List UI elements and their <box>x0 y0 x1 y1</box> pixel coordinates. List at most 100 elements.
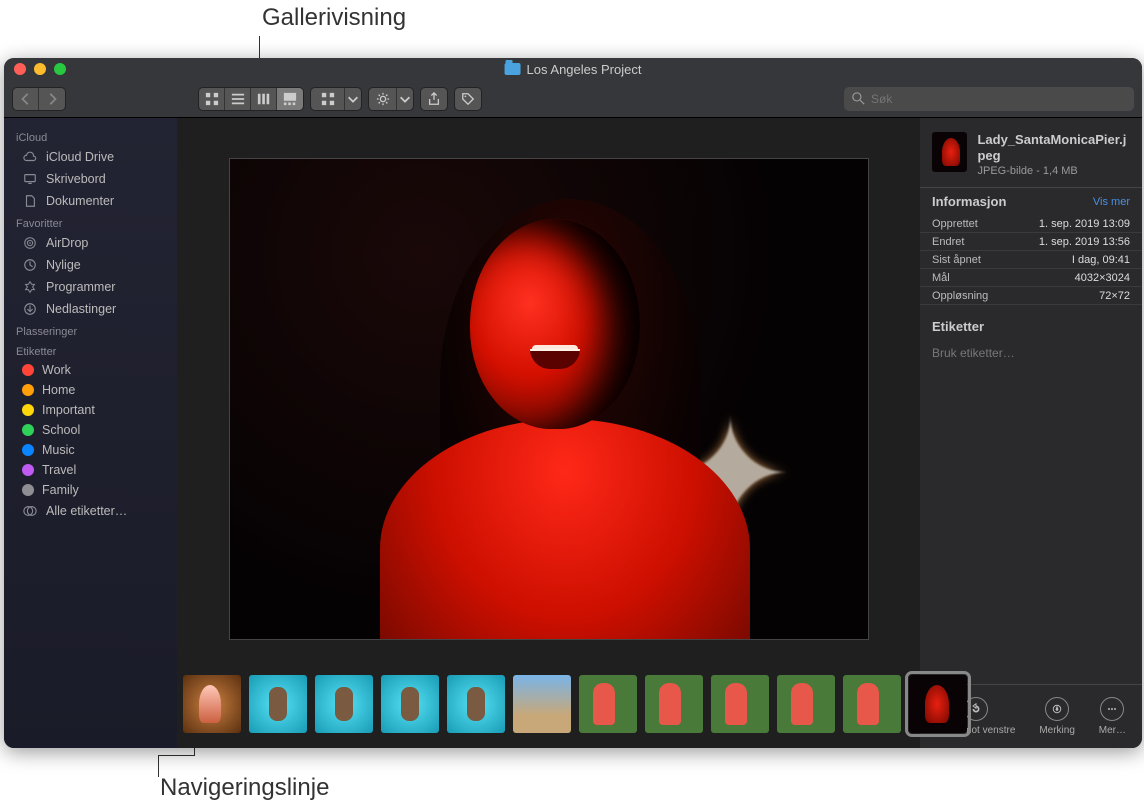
sidebar-heading: iCloud <box>4 126 177 146</box>
sidebar-item-label: Nylige <box>46 258 81 272</box>
rotate-icon <box>964 697 988 721</box>
sidebar-item-label: Programmer <box>46 280 115 294</box>
clock-icon <box>22 257 38 273</box>
info-row: Oppløsning72×72 <box>920 287 1142 305</box>
filmstrip-thumb[interactable] <box>447 675 505 733</box>
callout-line <box>158 755 194 756</box>
tag-dot-icon <box>22 364 34 376</box>
share-button[interactable] <box>420 87 448 111</box>
sidebar-item-label: Skrivebord <box>46 172 106 186</box>
search-icon <box>852 92 865 105</box>
group-menu[interactable] <box>310 87 362 111</box>
info-row: Endret1. sep. 2019 13:56 <box>920 233 1142 251</box>
filmstrip-thumb[interactable] <box>711 675 769 733</box>
toolbar <box>4 80 1142 118</box>
action-menu[interactable] <box>368 87 414 111</box>
gallery-view-button[interactable] <box>277 88 303 110</box>
titlebar: Los Angeles Project <box>4 58 1142 80</box>
sidebar-item-school[interactable]: School <box>4 420 177 440</box>
close-button[interactable] <box>14 63 26 75</box>
sidebar-item-family[interactable]: Family <box>4 480 177 500</box>
sidebar-item-label: Travel <box>42 463 76 477</box>
callout-gallery: Gallerivisning <box>262 4 406 32</box>
preview-area <box>177 118 920 660</box>
file-kind-size: JPEG-bilde - 1,4 MB <box>977 165 1130 177</box>
sidebar-heading: Etiketter <box>4 340 177 360</box>
filmstrip-thumb[interactable] <box>645 675 703 733</box>
list-view-button[interactable] <box>225 88 251 110</box>
filmstrip-thumb[interactable] <box>909 675 967 733</box>
icon-view-button[interactable] <box>199 88 225 110</box>
sidebar-item-music[interactable]: Music <box>4 440 177 460</box>
more-icon <box>1100 697 1124 721</box>
sidebar-item-home[interactable]: Home <box>4 380 177 400</box>
sidebar-item-label: School <box>42 423 80 437</box>
filmstrip-thumb[interactable] <box>843 675 901 733</box>
tag-dot-icon <box>22 384 34 396</box>
chevron-down-icon <box>345 88 361 110</box>
sidebar-item-label: Alle etiketter… <box>46 504 127 518</box>
info-value: 1. sep. 2019 13:09 <box>1039 218 1130 230</box>
back-button[interactable] <box>13 88 39 110</box>
info-row: Mål4032×3024 <box>920 269 1142 287</box>
show-more-link[interactable]: Vis mer <box>1093 196 1130 208</box>
more-action[interactable]: Mer… <box>1099 697 1126 736</box>
tags-section-header: Etiketter <box>920 313 1142 340</box>
filmstrip-thumb[interactable] <box>183 675 241 733</box>
filmstrip-thumb[interactable] <box>249 675 307 733</box>
sidebar-item-icloud-drive[interactable]: iCloud Drive <box>4 146 177 168</box>
tag-dot-icon <box>22 484 34 496</box>
tags-button[interactable] <box>454 87 482 111</box>
down-icon <box>22 301 38 317</box>
sidebar-item-nylige[interactable]: Nylige <box>4 254 177 276</box>
sidebar-item-label: Work <box>42 363 71 377</box>
info-row: Sist åpnetI dag, 09:41 <box>920 251 1142 269</box>
sidebar-item-label: Nedlastinger <box>46 302 116 316</box>
sidebar-item-travel[interactable]: Travel <box>4 460 177 480</box>
info-panel: Lady_SantaMonicaPier.jpeg JPEG-bilde - 1… <box>920 118 1142 748</box>
gear-icon <box>369 88 397 110</box>
filmstrip-thumb[interactable] <box>513 675 571 733</box>
main-content <box>177 118 920 748</box>
sidebar-item-label: Family <box>42 483 79 497</box>
zoom-button[interactable] <box>54 63 66 75</box>
search-input[interactable] <box>871 92 1126 106</box>
sidebar-heading: Favoritter <box>4 212 177 232</box>
info-value: 4032×3024 <box>1075 272 1130 284</box>
sidebar: iCloudiCloud DriveSkrivebordDokumenterFa… <box>4 118 177 748</box>
preview-image[interactable] <box>229 158 869 640</box>
tags-input[interactable]: Bruk etiketter… <box>920 340 1142 366</box>
sidebar-item-label: iCloud Drive <box>46 150 114 164</box>
sidebar-item-important[interactable]: Important <box>4 400 177 420</box>
sidebar-item-airdrop[interactable]: AirDrop <box>4 232 177 254</box>
sidebar-item-label: Music <box>42 443 75 457</box>
filmstrip <box>177 660 920 748</box>
markup-action[interactable]: Merking <box>1039 697 1075 736</box>
minimize-button[interactable] <box>34 63 46 75</box>
info-key: Oppløsning <box>932 290 988 302</box>
folder-icon <box>505 63 521 75</box>
sidebar-item-alle-etiketter-[interactable]: Alle etiketter… <box>4 500 177 522</box>
filmstrip-thumb[interactable] <box>315 675 373 733</box>
markup-icon <box>1045 697 1069 721</box>
sidebar-item-skrivebord[interactable]: Skrivebord <box>4 168 177 190</box>
info-thumbnail <box>932 132 967 172</box>
sidebar-item-work[interactable]: Work <box>4 360 177 380</box>
all-tags-icon <box>22 503 38 519</box>
sidebar-item-nedlastinger[interactable]: Nedlastinger <box>4 298 177 320</box>
forward-button[interactable] <box>39 88 65 110</box>
search-box[interactable] <box>844 87 1134 111</box>
filmstrip-thumb[interactable] <box>579 675 637 733</box>
sidebar-item-programmer[interactable]: Programmer <box>4 276 177 298</box>
column-view-button[interactable] <box>251 88 277 110</box>
filmstrip-thumb[interactable] <box>777 675 835 733</box>
airdrop-icon <box>22 235 38 251</box>
filmstrip-thumb[interactable] <box>381 675 439 733</box>
desktop-icon <box>22 171 38 187</box>
tag-dot-icon <box>22 464 34 476</box>
doc-icon <box>22 193 38 209</box>
nav-buttons <box>12 87 66 111</box>
sidebar-item-dokumenter[interactable]: Dokumenter <box>4 190 177 212</box>
sidebar-heading: Plasseringer <box>4 320 177 340</box>
window-title: Los Angeles Project <box>505 62 642 77</box>
